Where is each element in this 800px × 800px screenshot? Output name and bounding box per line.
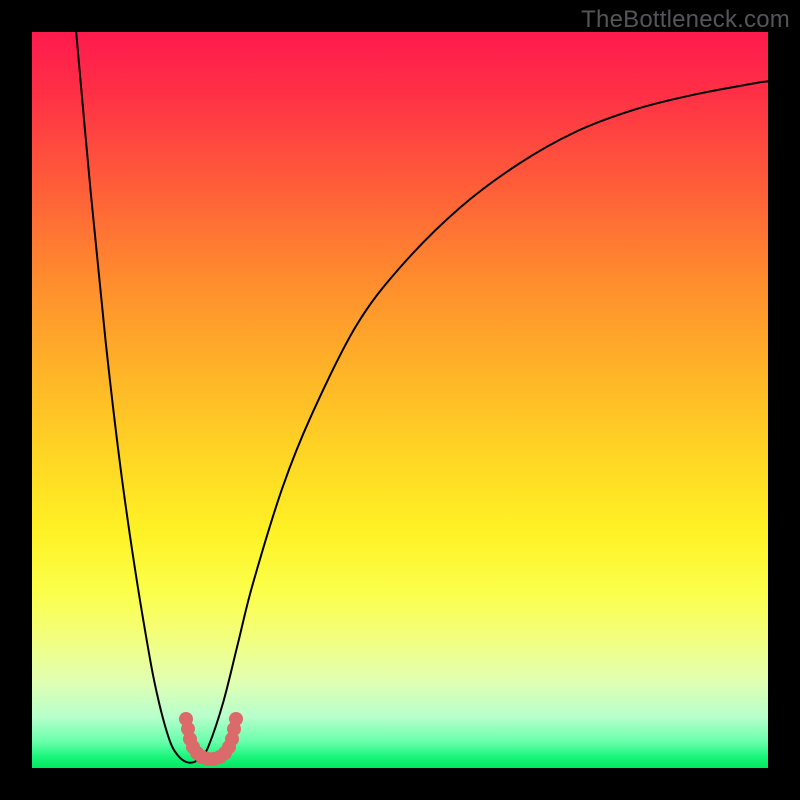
marker-dot [229, 712, 243, 726]
chart-frame: TheBottleneck.com [0, 0, 800, 800]
watermark-text: TheBottleneck.com [581, 6, 790, 34]
curve-layer [32, 32, 768, 768]
plot-area [32, 32, 768, 768]
primary-curve [76, 32, 768, 763]
